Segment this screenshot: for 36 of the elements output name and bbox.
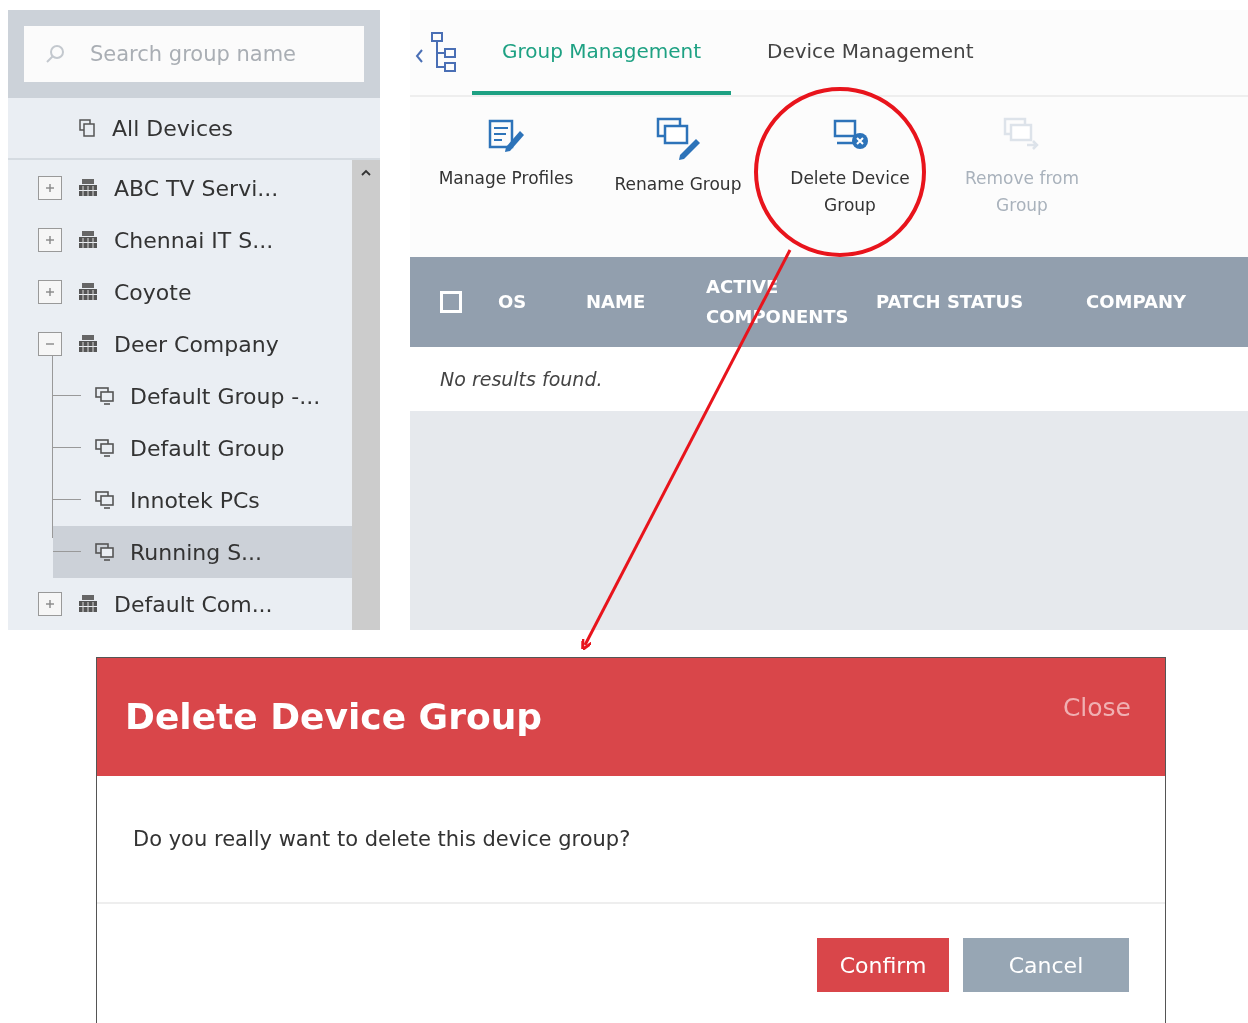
tree-item[interactable]: Default Group -... — [53, 370, 352, 422]
toggle-icon[interactable] — [38, 592, 62, 616]
toggle-icon[interactable] — [38, 176, 62, 200]
all-devices-item[interactable]: All Devices — [8, 98, 380, 160]
monitors-icon — [94, 490, 116, 510]
search-field[interactable]: Search group name — [24, 26, 364, 82]
tree-item[interactable]: Default Group — [53, 422, 352, 474]
monitors-icon — [94, 438, 116, 458]
server-icon — [76, 334, 100, 354]
server-icon — [76, 178, 100, 198]
monitors-icon — [94, 386, 116, 406]
dialog-message: Do you really want to delete this device group? — [133, 827, 631, 851]
toggle-icon[interactable] — [38, 332, 62, 356]
tree-item[interactable]: Innotek PCs — [53, 474, 352, 526]
dialog-title: Delete Device Group — [125, 696, 543, 737]
scrollbar[interactable] — [352, 160, 380, 630]
toolbar-button[interactable]: Rename Group — [592, 97, 764, 257]
tree-item[interactable]: Chennai IT S... — [8, 214, 352, 266]
tree-item[interactable]: Deer Company — [8, 318, 352, 370]
tree-item[interactable]: ABC TV Servi... — [8, 162, 352, 214]
toggle-icon[interactable] — [38, 228, 62, 252]
tree-item[interactable]: Running S... — [53, 526, 352, 578]
tab[interactable]: Device Management — [737, 10, 1004, 95]
tree-item[interactable]: Coyote — [8, 266, 352, 318]
toggle-icon[interactable] — [38, 280, 62, 304]
server-icon — [76, 282, 100, 302]
toolbar-button[interactable]: Manage Profiles — [420, 97, 592, 257]
dialog-button[interactable]: Confirm — [817, 938, 949, 992]
server-icon — [76, 594, 100, 614]
server-icon — [76, 230, 100, 250]
devices-icon — [78, 118, 98, 138]
select-all-checkbox[interactable] — [440, 291, 462, 313]
monitors-icon — [94, 542, 116, 562]
toolbar-button[interactable]: Delete Device Group — [764, 97, 936, 257]
tree-item[interactable]: Default Com... — [8, 578, 352, 630]
scroll-up-icon[interactable] — [359, 168, 373, 178]
